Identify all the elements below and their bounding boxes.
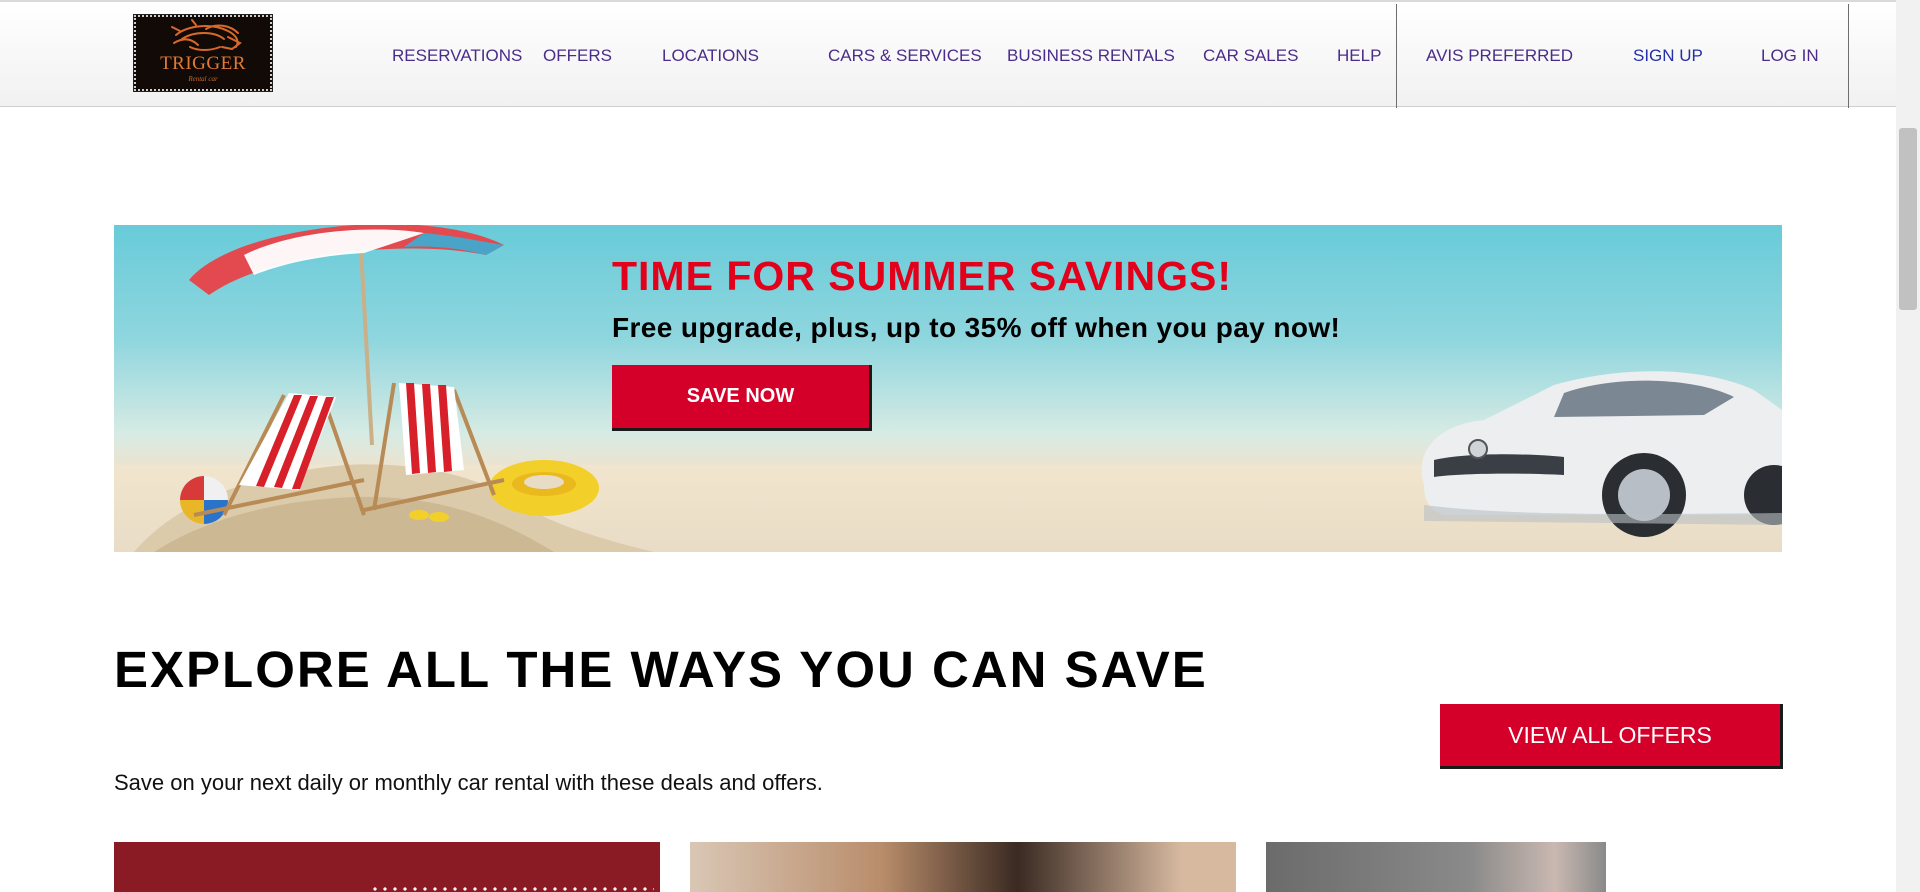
logo-wordmark: TRIGGER — [160, 53, 246, 74]
scrollbar-thumb[interactable] — [1899, 128, 1917, 310]
nav-divider — [1396, 4, 1397, 108]
header-right-divider — [1848, 4, 1849, 108]
offer-card[interactable] — [1266, 842, 1606, 892]
offer-card[interactable] — [690, 842, 1236, 892]
banner-subtitle: Free upgrade, plus, up to 35% off when y… — [612, 312, 1341, 343]
offer-card[interactable] — [114, 842, 660, 892]
sign-up-link[interactable]: SIGN UP — [1633, 46, 1703, 66]
nav-reservations[interactable]: RESERVATIONS — [392, 46, 522, 66]
brand-logo[interactable]: TRIGGER Rental car — [133, 14, 273, 92]
nav-locations[interactable]: LOCATIONS — [662, 46, 759, 66]
nav-car-sales[interactable]: CAR SALES — [1203, 46, 1298, 66]
site-header: TRIGGER Rental car RESERVATIONS OFFERS L… — [0, 0, 1896, 108]
logo-tagline: Rental car — [188, 75, 218, 83]
banner-title: TIME FOR SUMMER SAVINGS! — [612, 253, 1233, 299]
card-dot-border — [370, 886, 654, 892]
nav-avis-preferred[interactable]: AVIS PREFERRED — [1426, 46, 1573, 66]
view-all-offers-button[interactable]: VIEW ALL OFFERS — [1440, 704, 1783, 769]
explore-description: Save on your next daily or monthly car r… — [114, 770, 823, 795]
explore-heading: EXPLORE ALL THE WAYS YOU CAN SAVE — [114, 641, 1208, 698]
nav-help[interactable]: HELP — [1337, 46, 1381, 66]
nav-business-rentals[interactable]: BUSINESS RENTALS — [1007, 46, 1175, 66]
summer-savings-banner: TIME FOR SUMMER SAVINGS! Free upgrade, p… — [114, 225, 1782, 552]
nav-cars-services[interactable]: CARS & SERVICES — [828, 46, 982, 66]
save-now-button[interactable]: SAVE NOW — [612, 365, 872, 431]
log-in-link[interactable]: LOG IN — [1761, 46, 1819, 66]
nav-offers[interactable]: OFFERS — [543, 46, 612, 66]
